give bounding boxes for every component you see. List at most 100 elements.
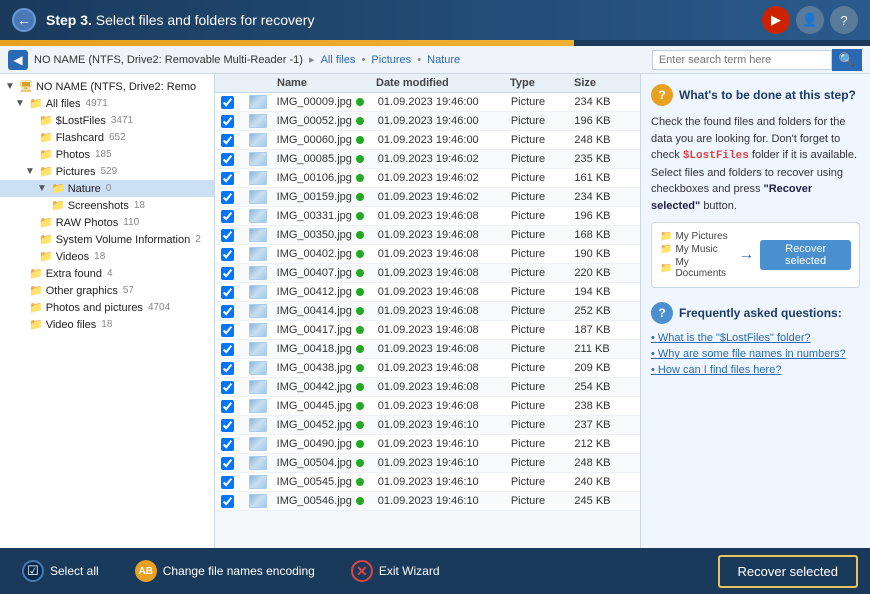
file-checkbox[interactable]	[221, 153, 234, 166]
file-checkbox[interactable]	[221, 400, 234, 413]
file-checkbox[interactable]	[221, 305, 234, 318]
tree-item[interactable]: 📁 Screenshots 18	[0, 197, 214, 214]
file-checkbox[interactable]	[221, 210, 234, 223]
status-dot	[356, 478, 364, 486]
tree-item[interactable]: 📁 Photos 185	[0, 146, 214, 163]
file-status	[356, 478, 374, 486]
tree-item[interactable]: 📁 Other graphics 57	[0, 282, 214, 299]
demo-folder-item: 📁My Pictures	[660, 231, 732, 242]
demo-folder-item: 📁My Documents	[660, 257, 732, 279]
thumbnail-image	[249, 342, 267, 356]
thumbnail-image	[249, 494, 267, 508]
file-list-header: Name Date modified Type Size	[215, 74, 640, 93]
file-checkbox[interactable]	[221, 381, 234, 394]
title-bar: ← Step 3. Select files and folders for r…	[0, 0, 870, 40]
status-dot	[356, 383, 364, 391]
file-checkbox[interactable]	[221, 248, 234, 261]
back-button[interactable]: ←	[12, 8, 36, 32]
exit-wizard-label: Exit Wizard	[379, 564, 440, 578]
help-button[interactable]: ?	[830, 6, 858, 34]
file-checkbox[interactable]	[221, 229, 234, 242]
file-checkbox[interactable]	[221, 191, 234, 204]
table-row: IMG_00412.jpg 01.09.2023 19:46:08 Pictur…	[215, 283, 640, 302]
file-size: 190 KB	[574, 248, 634, 260]
tree-item-label: Extra found	[46, 268, 102, 280]
file-checkbox[interactable]	[221, 115, 234, 128]
tree-item[interactable]: ▼ 📁 Nature 0	[0, 180, 214, 197]
tree-item[interactable]: ▼ 📁 All files 4971	[0, 95, 214, 112]
file-size: 168 KB	[574, 229, 634, 241]
file-checkbox[interactable]	[221, 96, 234, 109]
file-size: 187 KB	[574, 324, 634, 336]
tree-item[interactable]: ▼ 🖥 NO NAME (NTFS, Drive2: Remo	[0, 78, 214, 95]
select-all-icon: ☑	[22, 560, 44, 582]
row-thumbnail	[249, 95, 273, 109]
file-checkbox[interactable]	[221, 438, 234, 451]
youtube-button[interactable]: ▶	[762, 6, 790, 34]
breadcrumb-pictures[interactable]: Pictures	[371, 54, 411, 66]
tree-item[interactable]: 📁 Extra found 4	[0, 265, 214, 282]
file-size: 235 KB	[574, 153, 634, 165]
row-checkbox-cell	[221, 400, 245, 413]
exit-wizard-button[interactable]: ✕ Exit Wizard	[341, 554, 450, 588]
user-button[interactable]: 👤	[796, 6, 824, 34]
tree-expand: ▼	[36, 183, 48, 194]
thumbnail-image	[249, 475, 267, 489]
file-status	[356, 231, 374, 239]
file-status	[356, 136, 374, 144]
demo-recover-button[interactable]: Recover selected	[760, 240, 851, 270]
file-date: 01.09.2023 19:46:08	[378, 343, 507, 355]
tree-item[interactable]: 📁 $LostFiles 3471	[0, 112, 214, 129]
file-checkbox[interactable]	[221, 286, 234, 299]
file-checkbox[interactable]	[221, 172, 234, 185]
tree-item-count: 18	[94, 251, 105, 262]
tree-item[interactable]: 📁 System Volume Information 2	[0, 231, 214, 248]
file-checkbox[interactable]	[221, 457, 234, 470]
faq-item[interactable]: What is the "$LostFiles" folder?	[651, 330, 860, 346]
search-button[interactable]: 🔍	[832, 49, 862, 71]
tree-item-count: 18	[134, 200, 145, 211]
file-date: 01.09.2023 19:46:08	[378, 381, 507, 393]
tree-item[interactable]: 📁 Videos 18	[0, 248, 214, 265]
file-status	[356, 421, 374, 429]
thumbnail-image	[249, 95, 267, 109]
row-checkbox-cell	[221, 153, 245, 166]
file-checkbox[interactable]	[221, 362, 234, 375]
status-dot	[356, 345, 364, 353]
file-checkbox[interactable]	[221, 267, 234, 280]
status-dot	[356, 250, 364, 258]
file-type: Picture	[511, 305, 571, 317]
faq-item[interactable]: Why are some file names in numbers?	[651, 346, 860, 362]
search-input[interactable]	[652, 50, 832, 70]
file-checkbox[interactable]	[221, 343, 234, 356]
breadcrumb-nature[interactable]: Nature	[427, 54, 460, 66]
title-bar-title: Step 3. Select files and folders for rec…	[46, 12, 752, 28]
file-checkbox[interactable]	[221, 419, 234, 432]
faq-title: Frequently asked questions:	[679, 306, 842, 320]
file-size: 194 KB	[574, 286, 634, 298]
row-checkbox-cell	[221, 115, 245, 128]
table-row: IMG_00417.jpg 01.09.2023 19:46:08 Pictur…	[215, 321, 640, 340]
folder-icon: 📁	[39, 165, 53, 178]
faq-section: ? Frequently asked questions: What is th…	[651, 302, 860, 378]
breadcrumb-nav-button[interactable]: ◀	[8, 50, 28, 70]
status-dot	[356, 402, 364, 410]
tree-item[interactable]: 📁 Flashcard 652	[0, 129, 214, 146]
tree-item[interactable]: ▼ 📁 Pictures 529	[0, 163, 214, 180]
file-checkbox[interactable]	[221, 324, 234, 337]
file-name: IMG_00418.jpg	[277, 343, 352, 355]
tree-item[interactable]: 📁 Video files 18	[0, 316, 214, 333]
file-checkbox[interactable]	[221, 476, 234, 489]
change-encoding-button[interactable]: AB Change file names encoding	[125, 554, 325, 588]
file-checkbox[interactable]	[221, 134, 234, 147]
main-content: ▼ 🖥 NO NAME (NTFS, Drive2: Remo ▼ 📁 All …	[0, 74, 870, 548]
recover-selected-button[interactable]: Recover selected	[718, 555, 858, 588]
faq-item[interactable]: How can I find files here?	[651, 362, 860, 378]
breadcrumb-allfiles[interactable]: All files	[321, 54, 356, 66]
tree-item[interactable]: 📁 Photos and pictures 4704	[0, 299, 214, 316]
file-checkbox[interactable]	[221, 495, 234, 508]
folder-icon: 📁	[29, 284, 43, 297]
select-all-button[interactable]: ☑ Select all	[12, 554, 109, 588]
tree-item[interactable]: 📁 RAW Photos 110	[0, 214, 214, 231]
status-dot	[356, 288, 364, 296]
